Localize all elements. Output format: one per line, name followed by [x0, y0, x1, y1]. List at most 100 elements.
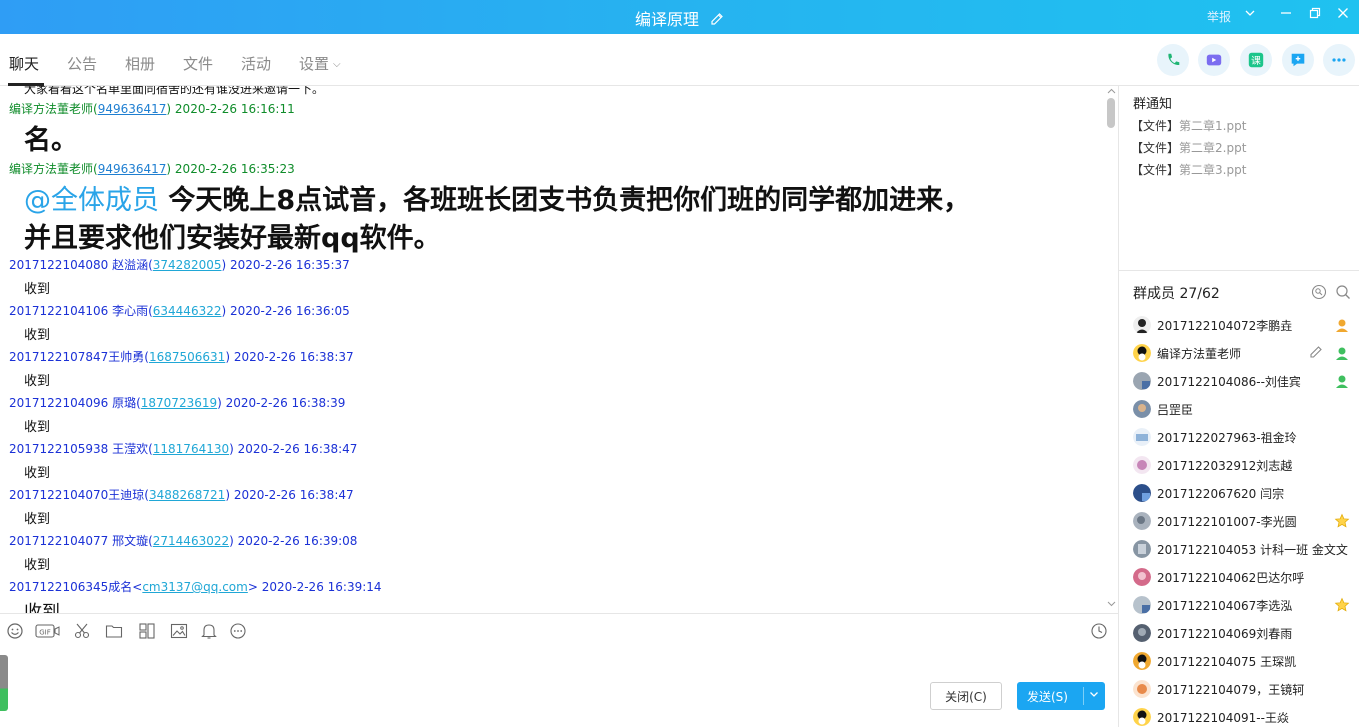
tab-announcement[interactable]: 公告 [67, 53, 97, 74]
share-screen-button[interactable] [1282, 44, 1314, 76]
folder-icon[interactable] [105, 622, 123, 640]
edit-icon[interactable] [1309, 345, 1323, 359]
sender-qq[interactable]: 1181764130 [153, 442, 229, 456]
member-item[interactable]: 2017122104072李鹏垚 [1131, 311, 1359, 339]
tab-settings[interactable]: 设置 ⌵ [299, 53, 341, 74]
more-actions-button[interactable] [1323, 44, 1355, 76]
sender-qq[interactable]: 2714463022 [153, 534, 229, 548]
member-item[interactable]: 2017122032912刘志越 [1131, 451, 1359, 479]
sender-name[interactable]: 2017122107847王帅勇 [9, 350, 144, 364]
message-time: 2020-2-26 16:38:37 [233, 350, 354, 364]
svg-text:课: 课 [1251, 55, 1261, 67]
tab-activity[interactable]: 活动 [241, 53, 271, 74]
close-button[interactable]: 关闭(C) [930, 682, 1002, 710]
member-item[interactable]: 2017122104053 计科一班 金文文 [1131, 535, 1359, 563]
message-header: 2017122106345成名<cm3137@qq.com> 2020-2-26… [9, 580, 382, 594]
sender-name[interactable]: 2017122104096 原璐 [9, 396, 136, 410]
member-item[interactable]: 2017122104075 王琛凯 [1131, 647, 1359, 675]
report-link[interactable]: 举报 [1207, 8, 1231, 25]
emoji-icon[interactable] [6, 622, 24, 640]
phone-call-button[interactable] [1157, 44, 1189, 76]
send-options-icon[interactable] [1088, 688, 1100, 703]
chat-scrollbar[interactable] [1104, 86, 1118, 613]
file-name[interactable]: 第二章3.ppt [1179, 163, 1246, 177]
message-body: 收到 [24, 282, 51, 297]
window-title[interactable]: 编译原理 [635, 10, 699, 29]
message-time: 2020-2-26 16:35:37 [229, 258, 350, 272]
file-name[interactable]: 第二章1.ppt [1179, 119, 1246, 133]
member-item[interactable]: 2017122104067李选泓 [1131, 591, 1359, 619]
chevron-down-icon: ⌵ [333, 59, 341, 70]
history-clock-icon[interactable] [1090, 622, 1108, 640]
sender-name[interactable]: 2017122104080 赵溢涵 [9, 258, 148, 272]
sender-qq[interactable]: 949636417 [98, 102, 167, 116]
message-text: 今天晚上8点试音，各班班长团支书负责把你们班的同学都加进来， [159, 185, 971, 216]
dropdown-menu-icon[interactable] [1240, 6, 1260, 26]
close-window-icon[interactable] [1333, 6, 1353, 26]
mention-all[interactable]: @全体成员 [24, 185, 159, 216]
member-item[interactable]: 2017122104086--刘佳宾 [1131, 367, 1359, 395]
member-filter-icon[interactable] [1311, 284, 1327, 300]
message-time: 2020-2-26 16:36:05 [229, 304, 350, 318]
avatar [1133, 540, 1151, 558]
video-call-button[interactable] [1198, 44, 1230, 76]
classroom-button[interactable]: 课 [1240, 44, 1272, 76]
tab-chat[interactable]: 聊天 [9, 53, 39, 74]
volume-indicator [0, 655, 8, 711]
sender-name[interactable]: 2017122104070王迪琼 [9, 488, 144, 502]
member-item[interactable]: 吕罡臣 [1131, 395, 1359, 423]
chat-message-area[interactable]: 大家看看这个名单里面同宿舍的还有谁没进来邀请一下。 编译方法董老师(949636… [0, 86, 1104, 613]
send-button[interactable]: 发送(S) [1017, 682, 1105, 710]
more-dots-icon[interactable] [229, 622, 247, 640]
notice-file-item[interactable]: 【文件】第二章1.ppt [1131, 117, 1246, 134]
sender-email[interactable]: cm3137@qq.com [142, 580, 248, 594]
member-name: 2017122032912刘志越 [1157, 459, 1293, 473]
tab-files[interactable]: 文件 [183, 53, 213, 74]
sender-qq[interactable]: 634446322 [153, 304, 222, 318]
scroll-down-icon[interactable] [1107, 601, 1116, 607]
group-notice-title[interactable]: 群通知 [1133, 93, 1172, 112]
member-name: 2017122104086--刘佳宾 [1157, 375, 1301, 389]
sender-name[interactable]: 2017122105938 王滢欢 [9, 442, 148, 456]
sender-name[interactable]: 2017122106345成名 [9, 580, 132, 594]
message-time: 2020-2-26 16:16:11 [174, 102, 295, 116]
message-header: 编译方法董老师(949636417) 2020-2-26 16:35:23 [9, 162, 295, 176]
bell-icon[interactable] [200, 622, 218, 640]
scroll-thumb[interactable] [1107, 98, 1115, 128]
edit-title-icon[interactable] [710, 11, 724, 25]
sender-qq[interactable]: 949636417 [98, 162, 167, 176]
sender-name[interactable]: 编译方法董老师 [9, 102, 93, 116]
member-item[interactable]: 2017122027963-祖金玲 [1131, 423, 1359, 451]
member-item[interactable]: 2017122104091--王焱 [1131, 703, 1359, 727]
admin-badge-icon [1334, 373, 1350, 389]
restore-icon[interactable] [1305, 6, 1325, 26]
tab-album[interactable]: 相册 [125, 53, 155, 74]
member-name: 2017122104062巴达尔呼 [1157, 571, 1305, 585]
image-icon[interactable] [170, 622, 188, 640]
member-item[interactable]: 2017122104062巴达尔呼 [1131, 563, 1359, 591]
sender-name[interactable]: 2017122104106 李心雨 [9, 304, 148, 318]
screenshot-icon[interactable] [138, 622, 156, 640]
member-item[interactable]: 2017122101007-李光圆 [1131, 507, 1359, 535]
sender-name[interactable]: 编译方法董老师 [9, 162, 93, 176]
scroll-up-icon[interactable] [1107, 88, 1116, 94]
sender-qq[interactable]: 3488268721 [149, 488, 225, 502]
sender-qq[interactable]: 374282005 [153, 258, 222, 272]
file-name[interactable]: 第二章2.ppt [1179, 141, 1246, 155]
sender-qq[interactable]: 1870723619 [141, 396, 217, 410]
member-item[interactable]: 2017122104079，王镜轲 [1131, 675, 1359, 703]
scissors-icon[interactable] [73, 622, 91, 640]
avatar [1133, 680, 1151, 698]
gif-icon[interactable]: GIF [35, 622, 61, 640]
member-item[interactable]: 2017122104069刘春雨 [1131, 619, 1359, 647]
member-item[interactable]: 编译方法董老师 [1131, 339, 1359, 367]
sender-name[interactable]: 2017122104077 邢文璇 [9, 534, 148, 548]
member-item[interactable]: 2017122067620 闫宗 [1131, 479, 1359, 507]
sender-qq[interactable]: 1687506631 [149, 350, 225, 364]
message-body: 收到 [24, 374, 51, 389]
notice-file-item[interactable]: 【文件】第二章3.ppt [1131, 161, 1246, 178]
minimize-icon[interactable] [1276, 6, 1296, 26]
member-search-icon[interactable] [1335, 284, 1351, 300]
member-name: 2017122104079，王镜轲 [1157, 683, 1305, 697]
notice-file-item[interactable]: 【文件】第二章2.ppt [1131, 139, 1246, 156]
